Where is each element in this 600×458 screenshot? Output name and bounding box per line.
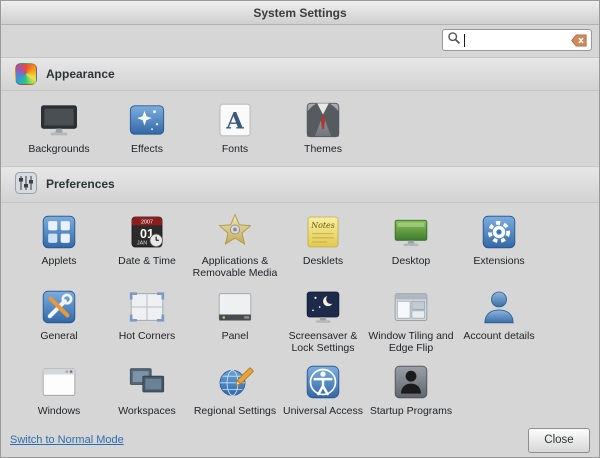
settings-item-label: Applets <box>41 254 77 267</box>
settings-item-label: Startup Programs <box>369 404 453 417</box>
preferences-grid: Applets 2007 01 JAN Date & Time Applicatio… <box>1 203 599 425</box>
search-box[interactable] <box>442 29 592 51</box>
settings-item-label: Workspaces <box>118 404 176 417</box>
section-title: Preferences <box>46 177 115 192</box>
settings-item-window-tiling[interactable]: Window Tiling and Edge Flip <box>367 287 455 355</box>
section-header-preferences: Preferences <box>1 165 599 203</box>
settings-item-applications-removable-media[interactable]: Applications & Removable Media <box>191 212 279 280</box>
settings-item-general[interactable]: General <box>15 287 103 355</box>
settings-item-label: Universal Access <box>283 404 363 417</box>
window-title: System Settings <box>253 5 347 20</box>
settings-item-label: Themes <box>304 143 342 155</box>
settings-item-label: Panel <box>221 329 249 342</box>
settings-item-label: General <box>40 329 78 342</box>
preferences-sliders-icon <box>15 171 37 197</box>
settings-item-label: Desktop <box>391 254 431 267</box>
backgrounds-icon <box>39 100 79 140</box>
settings-item-date-time[interactable]: 2007 01 JAN Date & Time <box>103 212 191 280</box>
settings-item-label: Hot Corners <box>118 329 176 342</box>
settings-item-extensions[interactable]: Extensions <box>455 212 543 280</box>
applets-icon <box>39 212 79 252</box>
window-tiling-icon <box>391 287 431 327</box>
system-settings-window: { "titlebar": { "title": "System Setting… <box>0 0 600 458</box>
toolbar <box>1 25 599 54</box>
extensions-icon <box>479 212 519 252</box>
settings-item-label: Backgrounds <box>28 143 90 155</box>
svg-text:Notes: Notes <box>310 220 335 229</box>
text-cursor <box>464 33 465 47</box>
search-input[interactable] <box>468 34 568 46</box>
settings-item-screensaver[interactable]: Screensaver & Lock Settings <box>279 287 367 355</box>
regional-settings-icon <box>215 362 255 402</box>
settings-item-panel[interactable]: Panel <box>191 287 279 355</box>
section-title: Appearance <box>46 67 115 81</box>
hot-corners-icon <box>127 287 167 327</box>
account-details-icon <box>479 287 519 327</box>
settings-item-label: Fonts <box>221 143 249 155</box>
settings-item-desktop[interactable]: Desktop <box>367 212 455 280</box>
section-header-appearance: Appearance <box>1 57 599 91</box>
settings-item-account-details[interactable]: Account details <box>455 287 543 355</box>
settings-item-themes[interactable]: Themes <box>279 100 367 156</box>
appearance-swirl-icon <box>15 63 37 85</box>
desklets-icon: Notes <box>303 212 343 252</box>
settings-item-backgrounds[interactable]: Backgrounds <box>15 100 103 156</box>
settings-item-desklets[interactable]: Notes Desklets <box>279 212 367 280</box>
applications-removable-media-icon <box>215 212 255 252</box>
close-button[interactable]: Close <box>528 427 590 453</box>
settings-item-fonts[interactable]: A Fonts <box>191 100 279 156</box>
settings-item-label: Applications & Removable Media <box>192 254 278 280</box>
screensaver-icon <box>303 287 343 327</box>
themes-icon <box>303 100 343 140</box>
settings-item-label: Windows <box>37 404 81 417</box>
settings-item-effects[interactable]: Effects <box>103 100 191 156</box>
clear-icon[interactable] <box>571 34 587 47</box>
settings-item-startup-programs[interactable]: Startup Programs <box>367 362 455 418</box>
settings-item-windows[interactable]: Windows <box>15 362 103 418</box>
date-time-icon: 2007 01 JAN <box>127 212 167 252</box>
effects-icon <box>127 100 167 140</box>
search-icon <box>447 31 461 50</box>
panel-icon <box>215 287 255 327</box>
settings-item-regional-settings[interactable]: Regional Settings <box>191 362 279 418</box>
workspaces-icon <box>127 362 167 402</box>
settings-item-label: Window Tiling and Edge Flip <box>368 329 454 355</box>
svg-text:2007: 2007 <box>141 219 153 225</box>
settings-item-workspaces[interactable]: Workspaces <box>103 362 191 418</box>
universal-access-icon <box>303 362 343 402</box>
svg-text:JAN: JAN <box>137 240 147 246</box>
settings-item-label: Regional Settings <box>193 404 277 417</box>
titlebar: System Settings <box>1 1 599 25</box>
settings-item-universal-access[interactable]: Universal Access <box>279 362 367 418</box>
switch-mode-link[interactable]: Switch to Normal Mode <box>10 434 124 446</box>
settings-item-label: Date & Time <box>118 254 176 267</box>
footer: Switch to Normal Mode Close <box>1 423 599 457</box>
general-icon <box>39 287 79 327</box>
settings-item-label: Account details <box>463 329 535 342</box>
settings-item-applets[interactable]: Applets <box>15 212 103 280</box>
settings-item-label: Screensaver & Lock Settings <box>288 329 358 355</box>
appearance-grid: Backgrounds Effects A Fonts Themes <box>1 91 599 163</box>
startup-programs-icon <box>391 362 431 402</box>
settings-item-hot-corners[interactable]: Hot Corners <box>103 287 191 355</box>
fonts-icon: A <box>215 100 255 140</box>
svg-text:A: A <box>225 108 244 134</box>
desktop-icon <box>391 212 431 252</box>
windows-icon <box>39 362 79 402</box>
settings-item-label: Extensions <box>473 254 525 267</box>
settings-item-label: Effects <box>131 143 163 155</box>
settings-item-label: Desklets <box>302 254 344 267</box>
